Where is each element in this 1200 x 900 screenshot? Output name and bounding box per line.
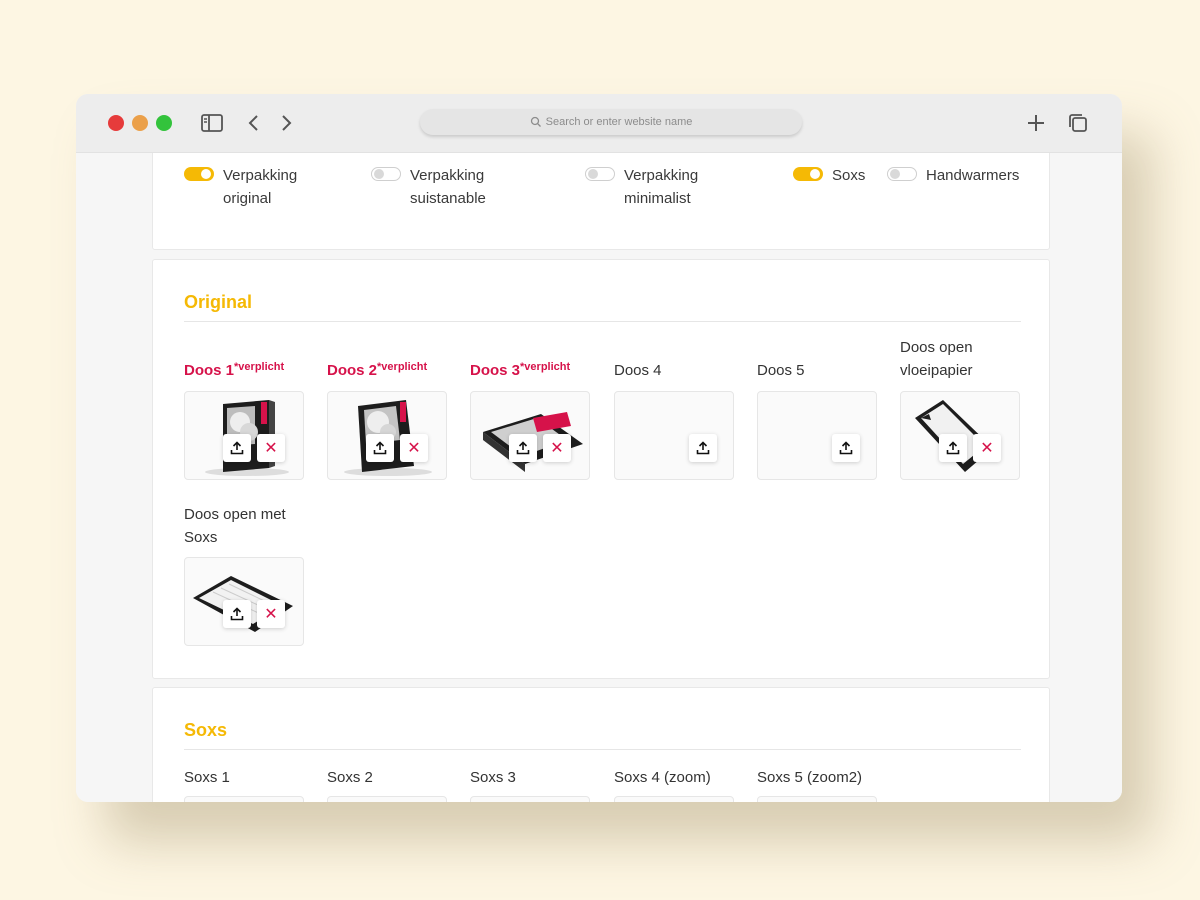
sidebar-icon[interactable]	[200, 111, 224, 135]
image-tile-soxs-2[interactable]	[327, 796, 447, 802]
tile-label-doos-4: Doos 4	[614, 362, 662, 379]
remove-button[interactable]: ✕	[257, 600, 285, 628]
upload-icon	[946, 441, 960, 455]
browser-toolbar: Search or enter website name	[76, 94, 1122, 153]
section-divider	[184, 321, 1021, 322]
page-viewport: Verpakking original Verpakking suistanab…	[76, 153, 1122, 802]
upload-icon	[373, 441, 387, 455]
option-verpakking-minimalist[interactable]: Verpakking minimalist	[585, 164, 724, 210]
tile-label-doos-5: Doos 5	[757, 362, 805, 379]
option-verpakking-original[interactable]: Verpakking original	[184, 164, 323, 210]
image-tile-soxs-3[interactable]	[470, 796, 590, 802]
tile-label-soxs-3: Soxs 3	[470, 769, 516, 786]
tabs-overview-icon[interactable]	[1066, 111, 1090, 135]
remove-button[interactable]: ✕	[400, 434, 428, 462]
upload-button[interactable]	[509, 434, 537, 462]
image-tile-doos-1[interactable]: ✕	[184, 391, 304, 480]
required-note: *verplicht	[377, 361, 428, 373]
upload-button[interactable]	[223, 600, 251, 628]
remove-button[interactable]: ✕	[973, 434, 1001, 462]
back-icon[interactable]	[242, 111, 266, 135]
section-divider	[184, 749, 1021, 750]
upload-button[interactable]	[939, 434, 967, 462]
toggle-switch[interactable]	[371, 167, 401, 181]
upload-icon	[839, 441, 853, 455]
image-tile-doos-4[interactable]	[614, 391, 734, 480]
new-tab-icon[interactable]	[1024, 111, 1048, 135]
image-tile-doos-5[interactable]	[757, 391, 877, 480]
option-label: Verpakking minimalist	[624, 167, 699, 207]
tile-label-soxs-4: Soxs 4 (zoom)	[614, 769, 711, 786]
upload-button[interactable]	[689, 434, 717, 462]
tile-label-doos-open-vloeipapier: Doos open vloeipapier	[900, 339, 973, 379]
image-tile-doos-3[interactable]: ✕	[470, 391, 590, 480]
close-icon: ✕	[264, 606, 278, 623]
close-window-button[interactable]	[108, 115, 124, 131]
option-label: Verpakking original	[223, 167, 298, 207]
maximize-window-button[interactable]	[156, 115, 172, 131]
forward-icon[interactable]	[274, 111, 298, 135]
tile-label-doos-open-met-soxs: Doos open met Soxs	[184, 506, 286, 546]
tile-label-doos-1: Doos 1*verplicht	[184, 361, 285, 379]
remove-button[interactable]: ✕	[257, 434, 285, 462]
option-label: Verpakking suistanable	[410, 167, 486, 207]
search-icon	[530, 116, 541, 127]
toggle-switch[interactable]	[793, 167, 823, 181]
close-icon: ✕	[980, 440, 994, 457]
upload-button[interactable]	[366, 434, 394, 462]
option-verpakking-suistanable[interactable]: Verpakking suistanable	[371, 164, 510, 210]
address-bar[interactable]: Search or enter website name	[420, 109, 802, 135]
image-tile-soxs-5[interactable]	[757, 796, 877, 802]
option-label: Soxs	[832, 167, 866, 184]
required-note: *verplicht	[520, 361, 571, 373]
tile-label-soxs-5: Soxs 5 (zoom2)	[757, 769, 863, 786]
original-panel: Original Doos 1*verplicht ✕ Doos 2*verpl…	[152, 259, 1050, 679]
tile-label-soxs-2: Soxs 2	[327, 769, 373, 786]
tile-label-doos-2: Doos 2*verplicht	[327, 361, 428, 379]
close-icon: ✕	[407, 440, 421, 457]
tile-label-soxs-1: Soxs 1	[184, 769, 230, 786]
close-icon: ✕	[264, 440, 278, 457]
minimize-window-button[interactable]	[132, 115, 148, 131]
image-tile-doos-open-met-soxs[interactable]: ✕	[184, 557, 304, 646]
toggle-switch[interactable]	[184, 167, 214, 181]
required-note: *verplicht	[234, 361, 285, 373]
section-title-original: Original	[184, 292, 253, 312]
soxs-panel: Soxs Soxs 1 Soxs 2 Soxs 3 Soxs 4 (zoom) …	[152, 687, 1050, 802]
section-title-soxs: Soxs	[184, 720, 228, 740]
upload-icon	[230, 441, 244, 455]
image-tile-doos-2[interactable]: ✕	[327, 391, 447, 480]
upload-icon	[230, 607, 244, 621]
remove-button[interactable]: ✕	[543, 434, 571, 462]
image-tile-soxs-1[interactable]	[184, 796, 304, 802]
upload-icon	[516, 441, 530, 455]
option-label: Handwarmers	[926, 167, 1020, 184]
options-panel: Verpakking original Verpakking suistanab…	[152, 153, 1050, 250]
upload-button[interactable]	[832, 434, 860, 462]
toggle-switch[interactable]	[585, 167, 615, 181]
close-icon: ✕	[550, 440, 564, 457]
tile-label-doos-3: Doos 3*verplicht	[470, 361, 571, 379]
address-placeholder: Search or enter website name	[545, 116, 693, 128]
image-tile-soxs-4[interactable]	[614, 796, 734, 802]
option-handwarmers[interactable]: Handwarmers	[887, 164, 1036, 187]
upload-icon	[696, 441, 710, 455]
browser-window: Search or enter website name Verpakking …	[76, 94, 1122, 802]
upload-button[interactable]	[223, 434, 251, 462]
image-tile-doos-open-vloeipapier[interactable]: ✕	[900, 391, 1020, 480]
option-soxs[interactable]: Soxs	[793, 164, 882, 187]
toggle-switch[interactable]	[887, 167, 917, 181]
